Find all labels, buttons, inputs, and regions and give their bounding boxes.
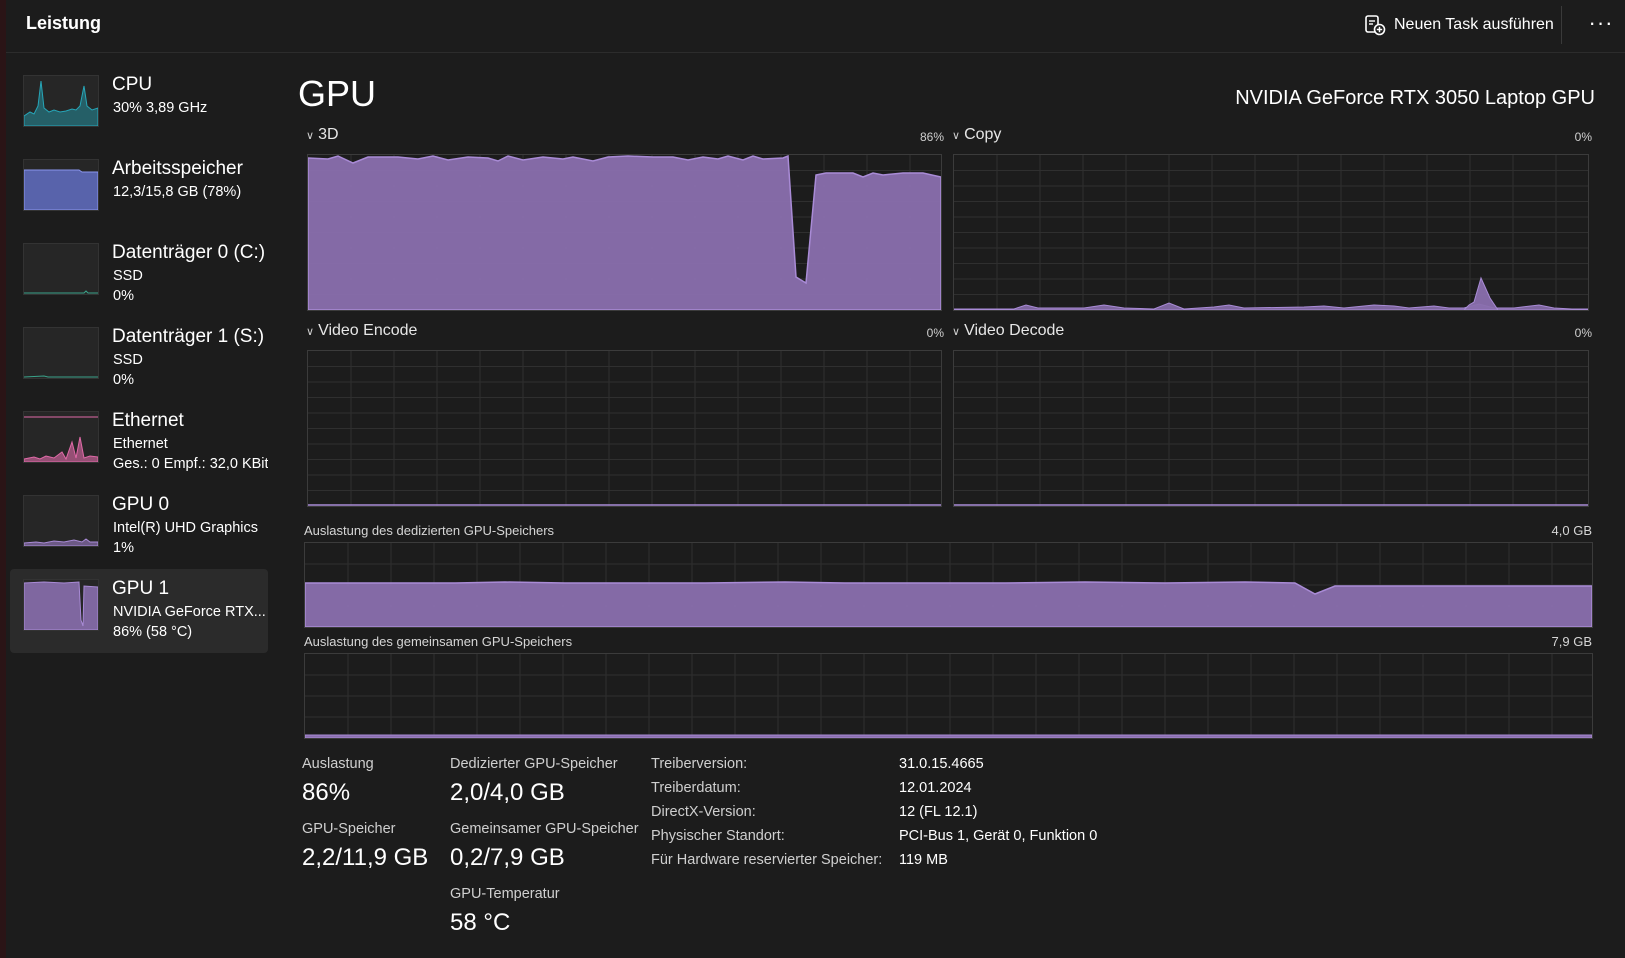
engine-video-encode-percent: 0% [926,326,944,340]
directx-version-label: DirectX-Version: [651,804,756,820]
chevron-down-icon: ∨ [306,325,315,338]
sidebar-item-name: GPU 1 [112,578,170,599]
shared-memory-value: 0,2/7,9 GB [450,844,565,871]
grid [954,351,1588,506]
gpu-model-name: NVIDIA GeForce RTX 3050 Laptop GPU [1235,87,1595,109]
grid [308,351,941,506]
cpu-thumbnail [23,75,99,127]
sidebar-item-detail: Ethernet [113,436,168,452]
sidebar-item-detail: NVIDIA GeForce RTX... [113,604,266,620]
sidebar-item-memory[interactable]: Arbeitsspeicher 12,3/15,8 GB (78%) [10,149,268,233]
sidebar-item-name: Arbeitsspeicher [112,158,243,179]
sidebar-item-name: GPU 0 [112,494,170,515]
driver-date-value: 12.01.2024 [899,780,972,796]
utilization-value: 86% [302,779,351,806]
section-heading: GPU [298,73,377,114]
engine-3d-selector[interactable]: ∨ 3D [306,126,339,144]
dedicated-memory-title: Auslastung des dedizierten GPU-Speichers [304,523,555,538]
engine-copy-graph [953,154,1589,311]
shared-memory-title: Auslastung des gemeinsamen GPU-Speichers [304,634,573,649]
sidebar-item-disk-1[interactable]: Datenträger 1 (S:) SSD 0% [10,317,268,401]
gpu-temperature-value: 58 °C [450,909,511,936]
engine-copy-percent: 0% [1574,130,1592,144]
engine-3d-label: 3D [318,126,339,143]
gpu-temperature-label: GPU-Temperatur [450,886,560,902]
sidebar-item-detail: SSD [113,268,143,284]
grid [954,155,1588,310]
grid [305,654,1592,738]
sidebar-item-detail: Intel(R) UHD Graphics [113,520,259,536]
title-bar: Leistung Neuen Task ausführen ··· [6,0,1625,53]
physical-location-label: Physischer Standort: [651,828,785,844]
sidebar-item-usage: 0% [113,372,134,388]
new-task-label: Neuen Task ausführen [1394,16,1554,33]
driver-date-label: Treiberdatum: [651,780,741,796]
sidebar-item-cpu[interactable]: CPU 30% 3,89 GHz [10,65,268,149]
engine-video-encode-graph [307,350,942,507]
shared-memory-graph [304,653,1593,739]
engine-video-decode-selector[interactable]: ∨ Video Decode [952,322,1064,340]
new-task-icon [1365,15,1386,36]
engine-copy-label: Copy [964,126,1002,143]
engine-video-decode-graph [953,350,1589,507]
ethernet-thumbnail [23,411,99,463]
sidebar-item-name: Ethernet [112,410,184,431]
sidebar-item-name: Datenträger 1 (S:) [112,326,265,347]
sidebar-item-usage: 86% (58 °C) [113,624,193,640]
gpu-memory-value: 2,2/11,9 GB [302,844,429,871]
sidebar-item-detail: SSD [113,352,143,368]
sidebar-item-throughput: Ges.: 0 Empf.: 32,0 KBit/s [113,456,268,472]
sidebar-item-detail: 12,3/15,8 GB (78%) [113,184,242,200]
new-task-button[interactable]: Neuen Task ausführen [1364,11,1554,39]
sidebar-item-name: Datenträger 0 (C:) [112,242,266,263]
engine-3d-percent: 86% [919,130,944,144]
sidebar-item-disk-0[interactable]: Datenträger 0 (C:) SSD 0% [10,233,268,317]
page-title: Leistung [26,13,101,33]
memory-thumbnail [23,159,99,211]
engine-video-encode-label: Video Encode [318,322,418,339]
shared-memory-max: 7,9 GB [1551,634,1592,649]
sidebar-item-ethernet[interactable]: Ethernet Ethernet Ges.: 0 Empf.: 32,0 KB… [10,401,268,485]
more-icon: ··· [1588,10,1614,35]
engine-3d-graph [307,154,942,311]
engine-video-decode-percent: 0% [1574,326,1592,340]
window-edge [0,0,6,958]
sidebar-item-detail: 30% 3,89 GHz [113,100,208,116]
more-options-button[interactable]: ··· [1581,10,1621,40]
sidebar: CPU 30% 3,89 GHz Arbeitsspeicher 12,3/15… [10,65,268,653]
engine-copy-selector[interactable]: ∨ Copy [952,126,1001,144]
sidebar-item-usage: 0% [113,288,134,304]
driver-version-value: 31.0.15.4665 [899,756,984,772]
sidebar-item-gpu-0[interactable]: GPU 0 Intel(R) UHD Graphics 1% [10,485,268,569]
sidebar-item-gpu-1[interactable]: GPU 1 NVIDIA GeForce RTX... 86% (58 °C) [10,569,268,653]
reserved-memory-value: 119 MB [899,852,948,868]
chevron-down-icon: ∨ [306,129,315,142]
reserved-memory-label: Für Hardware reservierter Speicher: [651,852,883,868]
driver-version-label: Treiberversion: [651,756,748,772]
gpu-0-thumbnail [23,495,99,547]
disk-0-thumbnail [23,243,99,295]
physical-location-value: PCI-Bus 1, Gerät 0, Funktion 0 [899,828,1098,844]
dedicated-memory-graph [304,542,1593,628]
directx-version-value: 12 (FL 12.1) [899,804,978,820]
disk-1-thumbnail [23,327,99,379]
sidebar-item-usage: 1% [113,540,134,556]
gpu-1-thumbnail [23,579,99,631]
dedicated-memory-max: 4,0 GB [1551,523,1592,538]
chevron-down-icon: ∨ [952,325,961,338]
dedicated-memory-label: Dedizierter GPU-Speicher [450,756,618,772]
toolbar-divider [1561,6,1562,44]
gpu-memory-label: GPU-Speicher [302,821,396,837]
dedicated-memory-value: 2,0/4,0 GB [450,779,565,806]
sidebar-item-name: CPU [112,74,153,95]
engine-video-decode-label: Video Decode [964,322,1065,339]
engine-video-encode-selector[interactable]: ∨ Video Encode [306,322,417,340]
chevron-down-icon: ∨ [952,129,961,142]
utilization-label: Auslastung [302,756,374,772]
shared-memory-label: Gemeinsamer GPU-Speicher [450,821,639,837]
